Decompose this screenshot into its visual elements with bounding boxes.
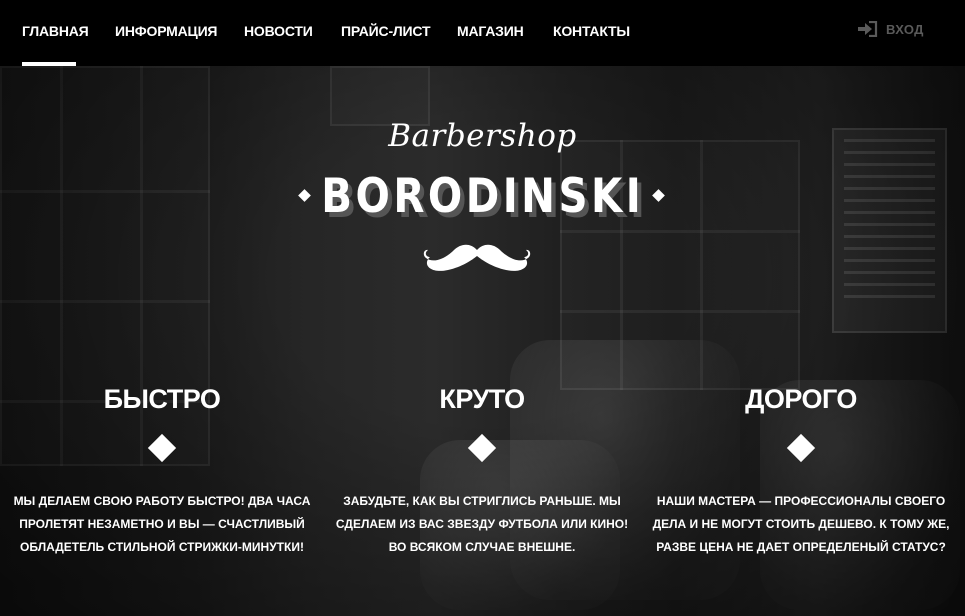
feature-text: МЫ ДЕЛАЕМ СВОЮ РАБОТУ БЫСТРО! ДВА ЧАСА П… <box>13 494 311 554</box>
nav-item-home[interactable]: ГЛАВНАЯ <box>22 23 89 39</box>
feature-fast: БЫСТРО МЫ ДЕЛАЕМ СВОЮ РАБОТУ БЫСТРО! ДВА… <box>7 384 317 559</box>
login-button[interactable]: ВХОД <box>858 21 924 37</box>
sign-in-icon <box>858 21 878 37</box>
feature-cool: КРУТО ЗАБУДЬТЕ, КАК ВЫ СТРИГЛИСЬ РАНЬШЕ.… <box>327 384 637 559</box>
active-nav-indicator <box>22 62 76 66</box>
feature-title: ДОРОГО <box>745 384 857 414</box>
hero-section: Barbershop BORODINSKI БЫСТРО МЫ ДЕЛАЕМ С… <box>0 66 965 616</box>
hero-script-title: Barbershop <box>388 118 577 154</box>
feature-text: НАШИ МАСТЕРА — ПРОФЕССИОНАЛЫ СВОЕГО ДЕЛА… <box>652 494 950 554</box>
feature-expensive: ДОРОГО НАШИ МАСТЕРА — ПРОФЕССИОНАЛЫ СВОЕ… <box>646 384 956 559</box>
brand-name: BORODINSKI <box>321 169 644 224</box>
nav-item-shop[interactable]: МАГАЗИН <box>457 23 524 39</box>
features-row: БЫСТРО МЫ ДЕЛАЕМ СВОЮ РАБОТУ БЫСТРО! ДВА… <box>0 384 965 584</box>
feature-title: БЫСТРО <box>103 384 221 414</box>
diamond-icon <box>147 433 177 463</box>
nav-item-price-list[interactable]: ПРАЙС-ЛИСТ <box>341 23 431 39</box>
diamond-icon <box>786 433 816 463</box>
login-label: ВХОД <box>886 21 924 37</box>
nav-item-info[interactable]: ИНФОРМАЦИЯ <box>115 23 217 39</box>
brand-row: BORODINSKI <box>0 169 965 224</box>
nav-item-news[interactable]: НОВОСТИ <box>244 23 313 39</box>
diamond-icon <box>467 433 497 463</box>
top-navigation: ГЛАВНАЯ ИНФОРМАЦИЯ НОВОСТИ ПРАЙС-ЛИСТ МА… <box>0 0 965 66</box>
mustache-icon <box>420 240 534 281</box>
feature-title: КРУТО <box>439 384 525 414</box>
feature-text: ЗАБУДЬТЕ, КАК ВЫ СТРИГЛИСЬ РАНЬШЕ. МЫ СД… <box>335 494 629 554</box>
nav-item-contacts[interactable]: КОНТАКТЫ <box>553 23 630 39</box>
